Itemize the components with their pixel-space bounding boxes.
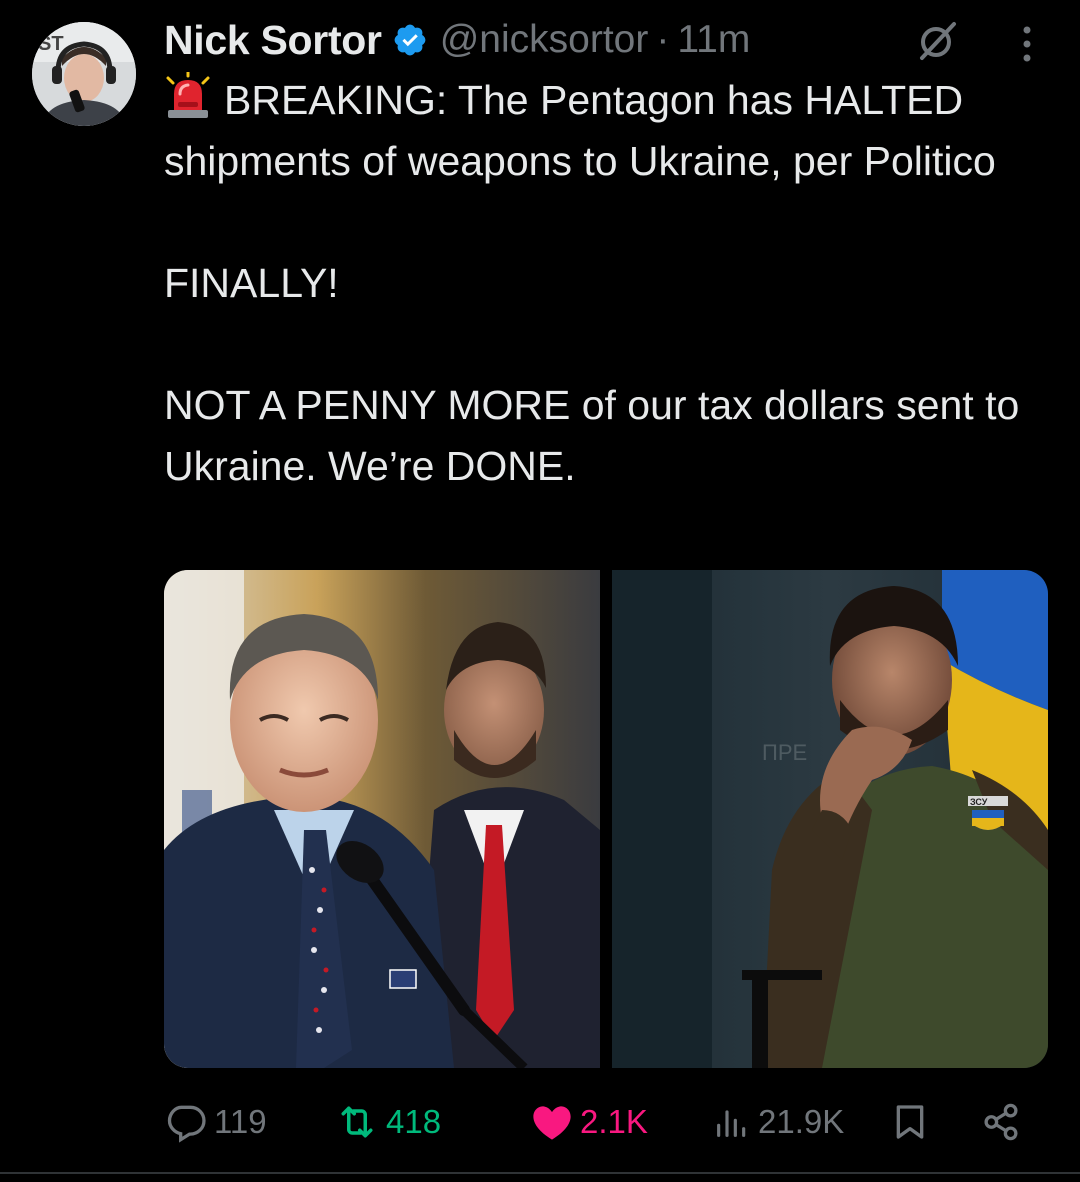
reply-icon (164, 1100, 208, 1144)
tweet-line-breaking: BREAKING: The Pentagon has HALTED shipme… (164, 77, 996, 184)
media-grid: ПРЕ ЗСУ (164, 570, 1048, 1068)
divider (0, 1172, 1080, 1174)
tweet-paragraph-1: BREAKING: The Pentagon has HALTED shipme… (164, 70, 1044, 192)
bookmark-icon (890, 1100, 930, 1144)
tweet-paragraph-2: FINALLY! (164, 260, 339, 306)
verified-badge-icon[interactable] (392, 22, 428, 58)
avatar-image: ST (32, 22, 136, 126)
svg-text:ST: ST (38, 33, 64, 55)
photo-right[interactable]: ПРЕ ЗСУ (612, 570, 1048, 1068)
like-count: 2.1K (580, 1103, 648, 1140)
photo-left[interactable] (164, 570, 600, 1068)
retweet-count: 418 (386, 1103, 442, 1140)
police-car-light-icon (164, 70, 212, 120)
separator-dot: · (656, 18, 670, 61)
view-count: 21.9K (758, 1103, 845, 1140)
tweet-text: BREAKING: The Pentagon has HALTED shipme… (164, 70, 1044, 497)
timestamp[interactable]: 11m (677, 18, 750, 62)
tweet-header: Nick Sortor @nicksortor · 11m (164, 12, 1054, 68)
tweet[interactable]: ST Nick Sortor @nicksortor · 11m BREAKIN… (0, 0, 1080, 1182)
bookmark-button[interactable] (890, 1092, 936, 1152)
retweet-icon (334, 1100, 380, 1144)
heart-icon (530, 1100, 574, 1144)
reply-button[interactable]: 119 (164, 1092, 267, 1152)
like-button[interactable]: 2.1K (530, 1092, 648, 1152)
grok-icon[interactable] (916, 18, 960, 62)
svg-text:ПРЕ: ПРЕ (762, 740, 807, 765)
display-name[interactable]: Nick Sortor (164, 17, 382, 64)
views-button[interactable]: 21.9K (712, 1092, 844, 1152)
views-chart-icon (712, 1100, 752, 1144)
svg-text:ЗСУ: ЗСУ (970, 797, 988, 807)
avatar[interactable]: ST (32, 22, 136, 126)
share-button[interactable] (980, 1092, 1028, 1152)
retweet-button[interactable]: 418 (334, 1092, 441, 1152)
share-icon (980, 1100, 1022, 1144)
tweet-paragraph-3: NOT A PENNY MORE of our tax dollars sent… (164, 382, 1020, 489)
action-bar: 119 418 2.1K 21.9K (164, 1092, 1034, 1152)
more-options-icon[interactable] (1012, 20, 1042, 64)
handle[interactable]: @nicksortor (440, 18, 649, 62)
reply-count: 119 (214, 1103, 267, 1140)
